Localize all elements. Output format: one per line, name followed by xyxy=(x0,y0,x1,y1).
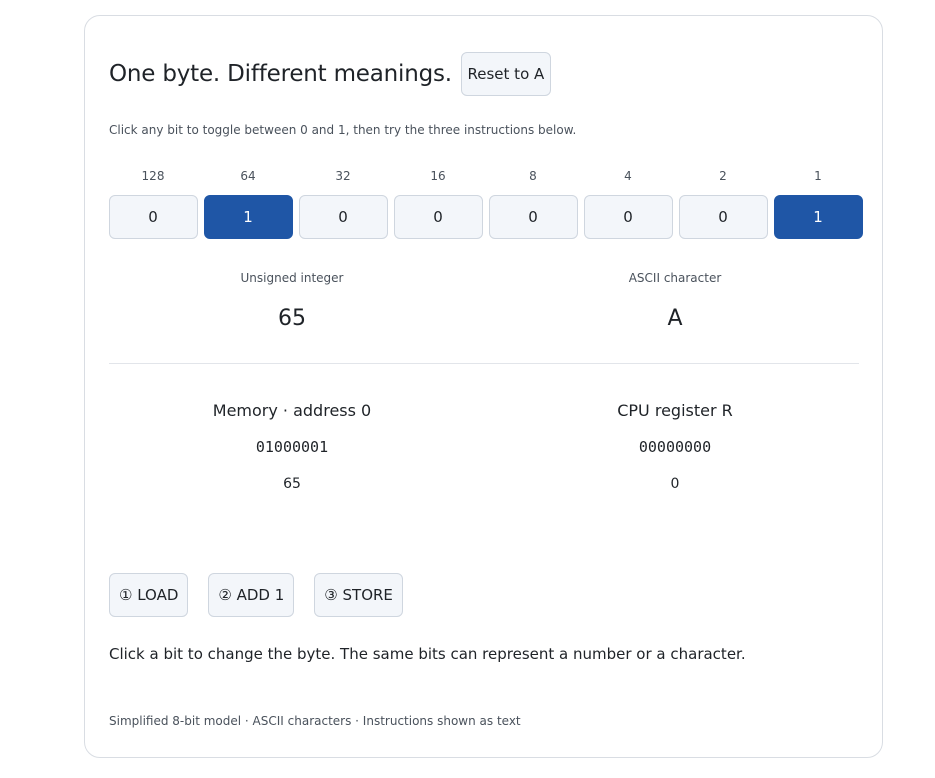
unsigned-integer-label: Unsigned integer xyxy=(240,271,344,285)
bit-column-128: 128 0 xyxy=(108,167,198,239)
memory-value: 65 xyxy=(283,476,301,492)
bit-column-1: 1 1 xyxy=(773,167,863,239)
bit-toggle-128[interactable]: 0 xyxy=(108,195,198,239)
divider xyxy=(109,363,859,364)
byte-demo-card: One byte. Different meanings. Reset to A… xyxy=(84,15,883,758)
bit-column-2: 2 0 xyxy=(678,167,768,239)
cpu-register-value: 0 xyxy=(670,476,680,492)
page-title: One byte. Different meanings. xyxy=(109,61,452,87)
load-button[interactable]: ① LOAD xyxy=(109,573,189,617)
store-button[interactable]: ③ STORE xyxy=(314,573,403,617)
bit-column-64: 64 1 xyxy=(203,167,293,239)
bit-toggle-2[interactable]: 0 xyxy=(678,195,768,239)
bit-weight-label: 2 xyxy=(719,169,727,183)
footer-note: Simplified 8-bit model · ASCII character… xyxy=(109,714,521,728)
bit-weight-label: 64 xyxy=(240,169,256,183)
ascii-character-label: ASCII character xyxy=(628,271,722,285)
add-one-button[interactable]: ② ADD 1 xyxy=(208,573,295,617)
unsigned-integer-value: 65 xyxy=(278,306,306,331)
bit-column-8: 8 0 xyxy=(488,167,578,239)
bit-weight-label: 32 xyxy=(335,169,351,183)
bit-weight-label: 1 xyxy=(814,169,822,183)
bit-toggle-16[interactable]: 0 xyxy=(393,195,483,239)
header: One byte. Different meanings. Reset to A xyxy=(109,52,551,96)
bit-toggle-1[interactable]: 1 xyxy=(773,195,863,239)
reset-button[interactable]: Reset to A xyxy=(460,52,551,96)
bit-weight-label: 16 xyxy=(430,169,446,183)
cpu-register-bits: 00000000 xyxy=(638,438,712,456)
bit-toggle-32[interactable]: 0 xyxy=(298,195,388,239)
bit-column-16: 16 0 xyxy=(393,167,483,239)
bit-column-4: 4 0 xyxy=(583,167,673,239)
bit-toggle-8[interactable]: 0 xyxy=(488,195,578,239)
bit-weight-label: 4 xyxy=(624,169,632,183)
cpu-register-title: CPU register R xyxy=(617,401,733,420)
ascii-character-readout: ASCII character A xyxy=(575,269,775,331)
bit-toggle-64[interactable]: 1 xyxy=(203,195,293,239)
bit-weight-label: 128 xyxy=(141,169,165,183)
status-message: Click a bit to change the byte. The same… xyxy=(109,645,746,663)
bit-column-32: 32 0 xyxy=(298,167,388,239)
memory-bits: 01000001 xyxy=(255,438,329,456)
hint-text: Click any bit to toggle between 0 and 1,… xyxy=(109,123,577,137)
cpu-register-panel: CPU register R 00000000 0 xyxy=(565,401,785,492)
unsigned-integer-readout: Unsigned integer 65 xyxy=(192,269,392,331)
bit-toggle-4[interactable]: 0 xyxy=(583,195,673,239)
instruction-buttons: ① LOAD ② ADD 1 ③ STORE xyxy=(109,573,403,617)
bit-weight-label: 8 xyxy=(529,169,537,183)
memory-panel: Memory · address 0 01000001 65 xyxy=(182,401,402,492)
memory-title: Memory · address 0 xyxy=(212,401,372,420)
ascii-character-value: A xyxy=(667,306,683,331)
bit-row: 128 0 64 1 32 0 16 0 8 0 4 0 2 0 1 1 xyxy=(108,167,863,239)
